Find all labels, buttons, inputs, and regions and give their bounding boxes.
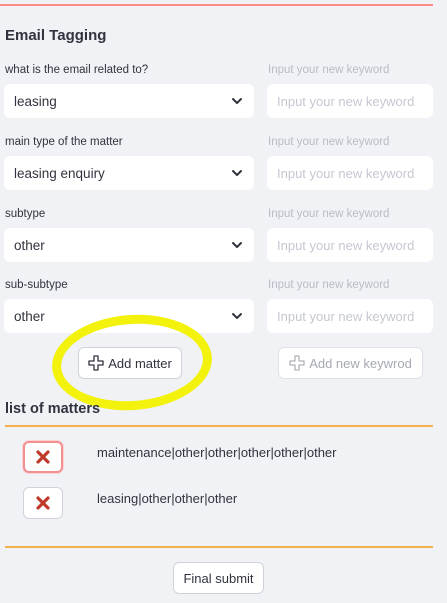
- chevron-down-icon: [232, 98, 242, 104]
- keyword-placeholder-4: Input your new keyword: [277, 308, 415, 324]
- footer-divider: [5, 546, 433, 548]
- subtype-value: other: [14, 237, 45, 253]
- matters-title: list of matters: [5, 401, 101, 417]
- delete-x-icon: [36, 450, 50, 464]
- top-divider: [0, 4, 433, 6]
- matter-item-2: leasing|other|other|other: [97, 491, 238, 506]
- sub-subtype-value: other: [14, 308, 45, 324]
- matter-type-select[interactable]: leasing enquiry: [4, 156, 254, 190]
- keyword-input-1[interactable]: Input your new keyword: [267, 84, 433, 118]
- related-to-value: leasing: [14, 93, 57, 109]
- related-to-select[interactable]: leasing: [4, 84, 254, 118]
- add-keyword-label: Add new keywrod: [309, 355, 412, 371]
- keyword-input-3[interactable]: Input your new keyword: [267, 228, 433, 262]
- chevron-down-icon: [232, 313, 242, 319]
- keyword-label-4: Input your new keyword: [268, 279, 390, 291]
- keyword-placeholder-3: Input your new keyword: [277, 237, 415, 253]
- matter-item-1: maintenance|other|other|other|other|othe…: [97, 445, 337, 460]
- subtype-select[interactable]: other: [4, 228, 254, 262]
- delete-matter-button[interactable]: [23, 441, 63, 473]
- matters-divider: [5, 425, 433, 427]
- chevron-down-icon: [232, 170, 242, 176]
- related-to-label: what is the email related to?: [5, 64, 149, 76]
- keyword-label-1: Input your new keyword: [268, 64, 390, 76]
- plus-icon: [289, 355, 305, 371]
- chevron-down-icon: [232, 242, 242, 248]
- subtype-label: subtype: [5, 208, 46, 220]
- final-submit-button[interactable]: Final submit: [173, 562, 264, 594]
- delete-x-icon: [36, 496, 50, 510]
- keyword-input-4[interactable]: Input your new keyword: [267, 299, 433, 333]
- matter-type-value: leasing enquiry: [14, 165, 105, 181]
- keyword-placeholder-1: Input your new keyword: [277, 93, 415, 109]
- keyword-input-2[interactable]: Input your new keyword: [267, 156, 433, 190]
- keyword-placeholder-2: Input your new keyword: [277, 165, 415, 181]
- matter-type-label: main type of the matter: [5, 136, 123, 148]
- sub-subtype-label: sub-subtype: [5, 279, 68, 291]
- delete-matter-button[interactable]: [23, 487, 63, 519]
- add-keyword-button[interactable]: Add new keywrod: [278, 347, 423, 379]
- keyword-label-2: Input your new keyword: [268, 136, 390, 148]
- page-title: Email Tagging: [5, 27, 107, 44]
- final-submit-label: Final submit: [183, 570, 254, 586]
- keyword-label-3: Input your new keyword: [268, 208, 390, 220]
